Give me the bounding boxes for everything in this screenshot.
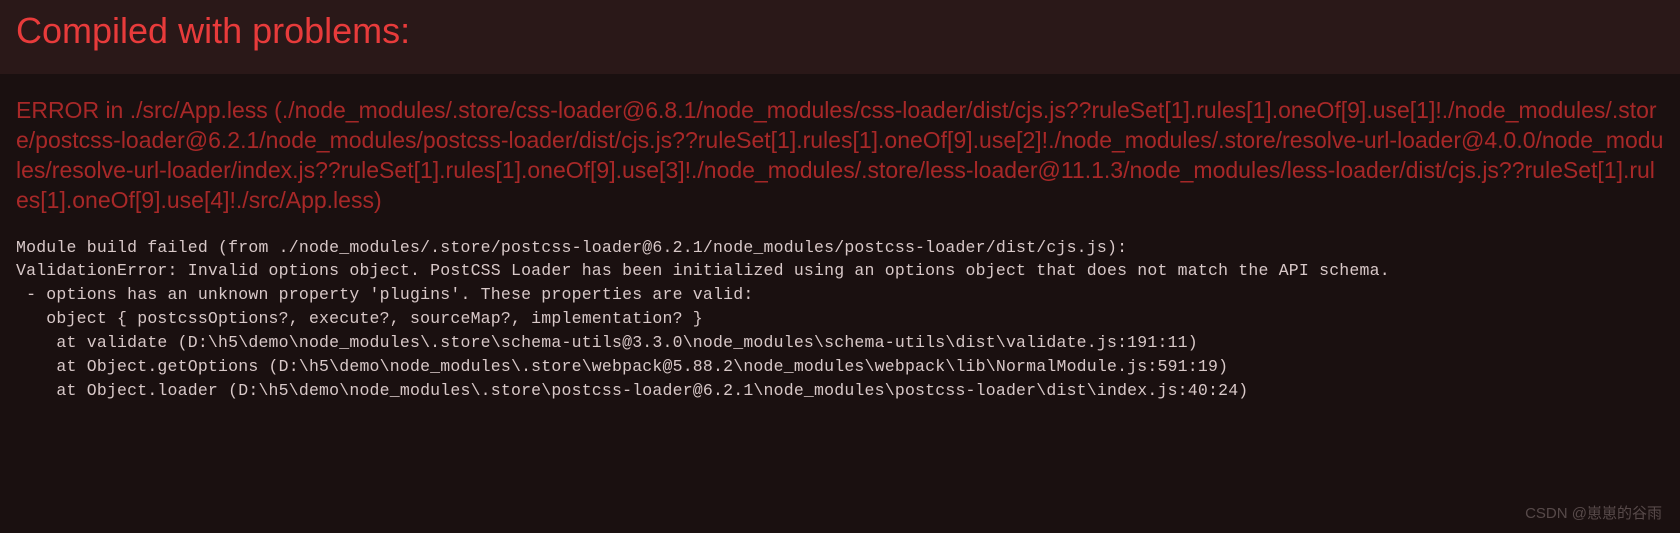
error-heading: ERROR in ./src/App.less (./node_modules/… — [16, 96, 1664, 216]
overlay-title: Compiled with problems: — [16, 10, 1664, 52]
error-stack-trace: Module build failed (from ./node_modules… — [16, 236, 1664, 403]
watermark-text: CSDN @崽崽的谷雨 — [1525, 502, 1662, 523]
error-overlay-header: Compiled with problems: — [0, 0, 1680, 74]
error-overlay-body: ERROR in ./src/App.less (./node_modules/… — [0, 74, 1680, 403]
